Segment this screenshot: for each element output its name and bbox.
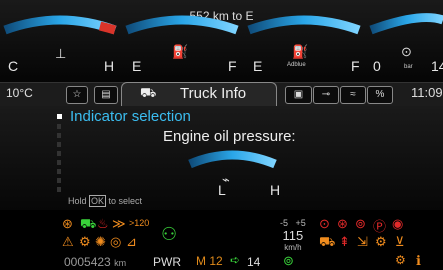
lamp-warning-icon: ✺ — [95, 234, 106, 249]
scroll-dot — [57, 133, 61, 138]
adblue-label: Adblue — [287, 62, 306, 68]
odometer-value: 0005423 — [64, 255, 111, 269]
active-tab-label: Truck Info — [180, 85, 247, 102]
service-icon: ⚙ — [395, 253, 406, 267]
adblue-gauge-arc — [247, 15, 361, 35]
gear-shift-arrow-icon: ➪ — [230, 253, 241, 267]
suspension-icon: ⇲ — [357, 234, 368, 249]
seatbelt-icon: ⚇ — [161, 224, 178, 244]
scroll-position-indicator — [57, 114, 62, 119]
adblue-full-label: F — [351, 58, 360, 74]
fuel-full-label: F — [228, 58, 237, 74]
traction-warning-icon: ⚠ — [62, 234, 74, 249]
power-mode: PWR — [153, 255, 181, 269]
tipper-icon: ⊻ — [395, 234, 405, 249]
cruise-limit-text: >120 — [129, 218, 150, 228]
scroll-dot — [57, 124, 61, 129]
coolant-low-label: C — [8, 58, 19, 74]
air-pressure-low-label: 0 — [373, 58, 381, 74]
cruise-limit-icon: ≫ — [112, 216, 126, 231]
parking-brake-icon: ⊛ — [337, 216, 348, 231]
settings-icon: % — [375, 89, 385, 100]
scroll-dot — [57, 178, 61, 183]
air-pressure-icon: ⊙ — [401, 44, 412, 59]
tab-vehicle[interactable]: ▣ — [285, 86, 312, 104]
oil-pressure-gauge-svg — [188, 150, 277, 169]
oil-pressure-high-label: H — [270, 182, 281, 198]
abs-warning-icon: ⊙ — [319, 216, 330, 231]
stop-icon: ◉ — [392, 216, 404, 231]
speed-limit-low: -5 — [280, 218, 289, 228]
trailer-icon: ⛟ — [80, 216, 97, 231]
tab-favorites[interactable]: ☆ — [66, 86, 88, 104]
scroll-dot — [57, 151, 61, 156]
scroll-dot — [57, 160, 61, 165]
eco-mode-icon: ⊚ — [283, 253, 294, 268]
engine-oil-pressure-label: Engine oil pressure: — [163, 128, 296, 145]
indicator-selection-title: Indicator selection — [70, 108, 191, 125]
speed-unit: km/h — [284, 243, 302, 252]
trip-icon: ▤ — [101, 89, 111, 100]
hint-suffix: to select — [106, 196, 143, 206]
speed-display: -5 +5 115 km/h — [280, 218, 306, 252]
clock-time: 11:09 — [411, 85, 443, 100]
fuel-pump-icon: ⛽ — [172, 44, 189, 59]
adblue-icon: ⛽ — [292, 44, 309, 59]
ok-key-label: OK — [89, 195, 107, 207]
outside-temperature: 10°C — [6, 86, 33, 100]
tab-settings[interactable]: % — [367, 86, 393, 104]
air-pressure-high-label: 14 — [431, 58, 443, 74]
coolant-gauge-arc — [3, 15, 117, 35]
axle-lift-icon: ⇞ — [339, 234, 350, 249]
scroll-dot — [57, 142, 61, 147]
brake-circuit-icon: ⊚ — [355, 216, 366, 231]
gearbox-warning-icon: ⚙ — [375, 234, 387, 249]
hill-hold-icon: ⊿ — [126, 234, 137, 249]
coolant-high-label: H — [104, 58, 115, 74]
coolant-gauge-red-zone — [98, 21, 117, 35]
key-icon: ⊸ — [321, 89, 331, 100]
hint-prefix: Hold — [68, 196, 90, 206]
fuel-gauge-arc — [125, 15, 239, 35]
air-pressure-gauge-arc — [369, 13, 443, 35]
brake-warning-icon: ◎ — [110, 234, 122, 249]
odometer-unit: km — [114, 258, 127, 268]
scroll-dot — [57, 187, 61, 192]
speed-limit-high: +5 — [295, 218, 306, 228]
temperature-warning-icon: ♨ — [97, 216, 109, 231]
scroll-dot — [57, 169, 61, 174]
park-icon: Ⓟ — [373, 219, 387, 234]
current-gear: M 12 — [196, 254, 223, 268]
oil-pressure-gauge-arc — [188, 150, 277, 169]
info-icon: ℹ — [416, 253, 421, 268]
engine-warning-icon: ⚙ — [79, 234, 91, 249]
tab-road[interactable]: ≈ — [340, 86, 366, 104]
adblue-empty-label: E — [253, 58, 263, 74]
road-icon: ≈ — [350, 89, 356, 100]
tire-pressure-warning-icon: ⊛ — [62, 216, 73, 231]
odometer: 0005423 km — [64, 255, 126, 269]
speed-value: 115 — [282, 228, 304, 243]
air-pressure-unit: bar — [404, 64, 413, 70]
trailer-brake-icon: ⛟ — [319, 234, 336, 249]
star-icon: ☆ — [72, 89, 82, 100]
truck-icon: ⛟ — [140, 85, 157, 100]
vehicle-icon: ▣ — [293, 89, 304, 100]
oil-can-icon: ⌁ — [222, 172, 230, 187]
tab-key[interactable]: ⊸ — [313, 86, 339, 104]
coolant-temperature-icon: ⊥ — [55, 46, 67, 61]
next-gear: 14 — [247, 255, 261, 269]
hold-ok-hint: Hold OK to select — [68, 195, 143, 207]
tab-trip[interactable]: ▤ — [94, 86, 118, 104]
fuel-empty-label: E — [132, 58, 142, 74]
